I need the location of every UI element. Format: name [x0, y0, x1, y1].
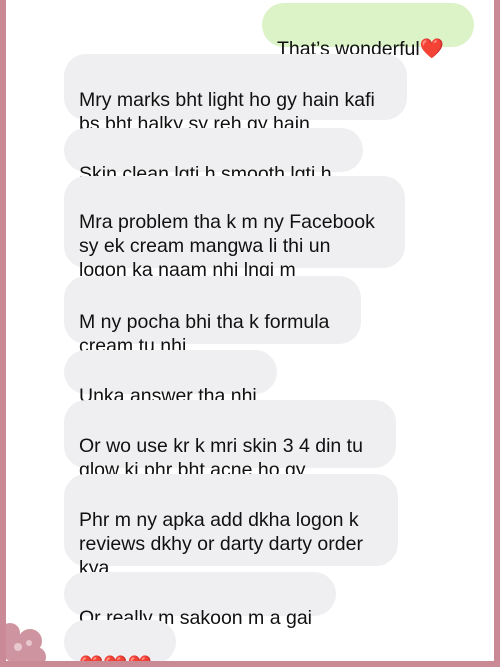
incoming-message-bubble[interactable]: ❤️❤️❤️: [64, 620, 176, 661]
screenshot-frame: That’s wonderful❤️ Mry marks bht light h…: [6, 0, 494, 661]
incoming-message-bubble[interactable]: Skin clean lgti h smooth lgti h: [64, 128, 363, 185]
incoming-message-bubble[interactable]: Unka answer tha nhi: [64, 350, 277, 407]
incoming-message-bubble[interactable]: Mry marks bht light ho gy hain kafi bs b…: [64, 54, 407, 135]
incoming-message-bubble[interactable]: M ny pocha bhi tha k formula cream tu nh…: [64, 276, 361, 357]
chat-thread[interactable]: That’s wonderful❤️ Mry marks bht light h…: [6, 0, 494, 661]
flower-decoration-icon: [6, 623, 46, 661]
message-text: Mra problem tha k m ny Facebook sy ek cr…: [79, 211, 375, 281]
incoming-message-bubble[interactable]: Or wo use kr k mri skin 3 4 din tu glow …: [64, 400, 396, 481]
outgoing-message-bubble[interactable]: That’s wonderful❤️: [262, 3, 474, 60]
hearts-emoji-text: ❤️❤️❤️: [79, 655, 152, 661]
incoming-message-bubble[interactable]: Phr m ny apka add dkha logon k reviews d…: [64, 474, 398, 579]
incoming-message-bubble[interactable]: Or really m sakoon m a gai: [64, 572, 336, 629]
incoming-message-bubble[interactable]: Mra problem tha k m ny Facebook sy ek cr…: [64, 176, 405, 281]
message-text: Phr m ny apka add dkha logon k reviews d…: [79, 509, 363, 579]
